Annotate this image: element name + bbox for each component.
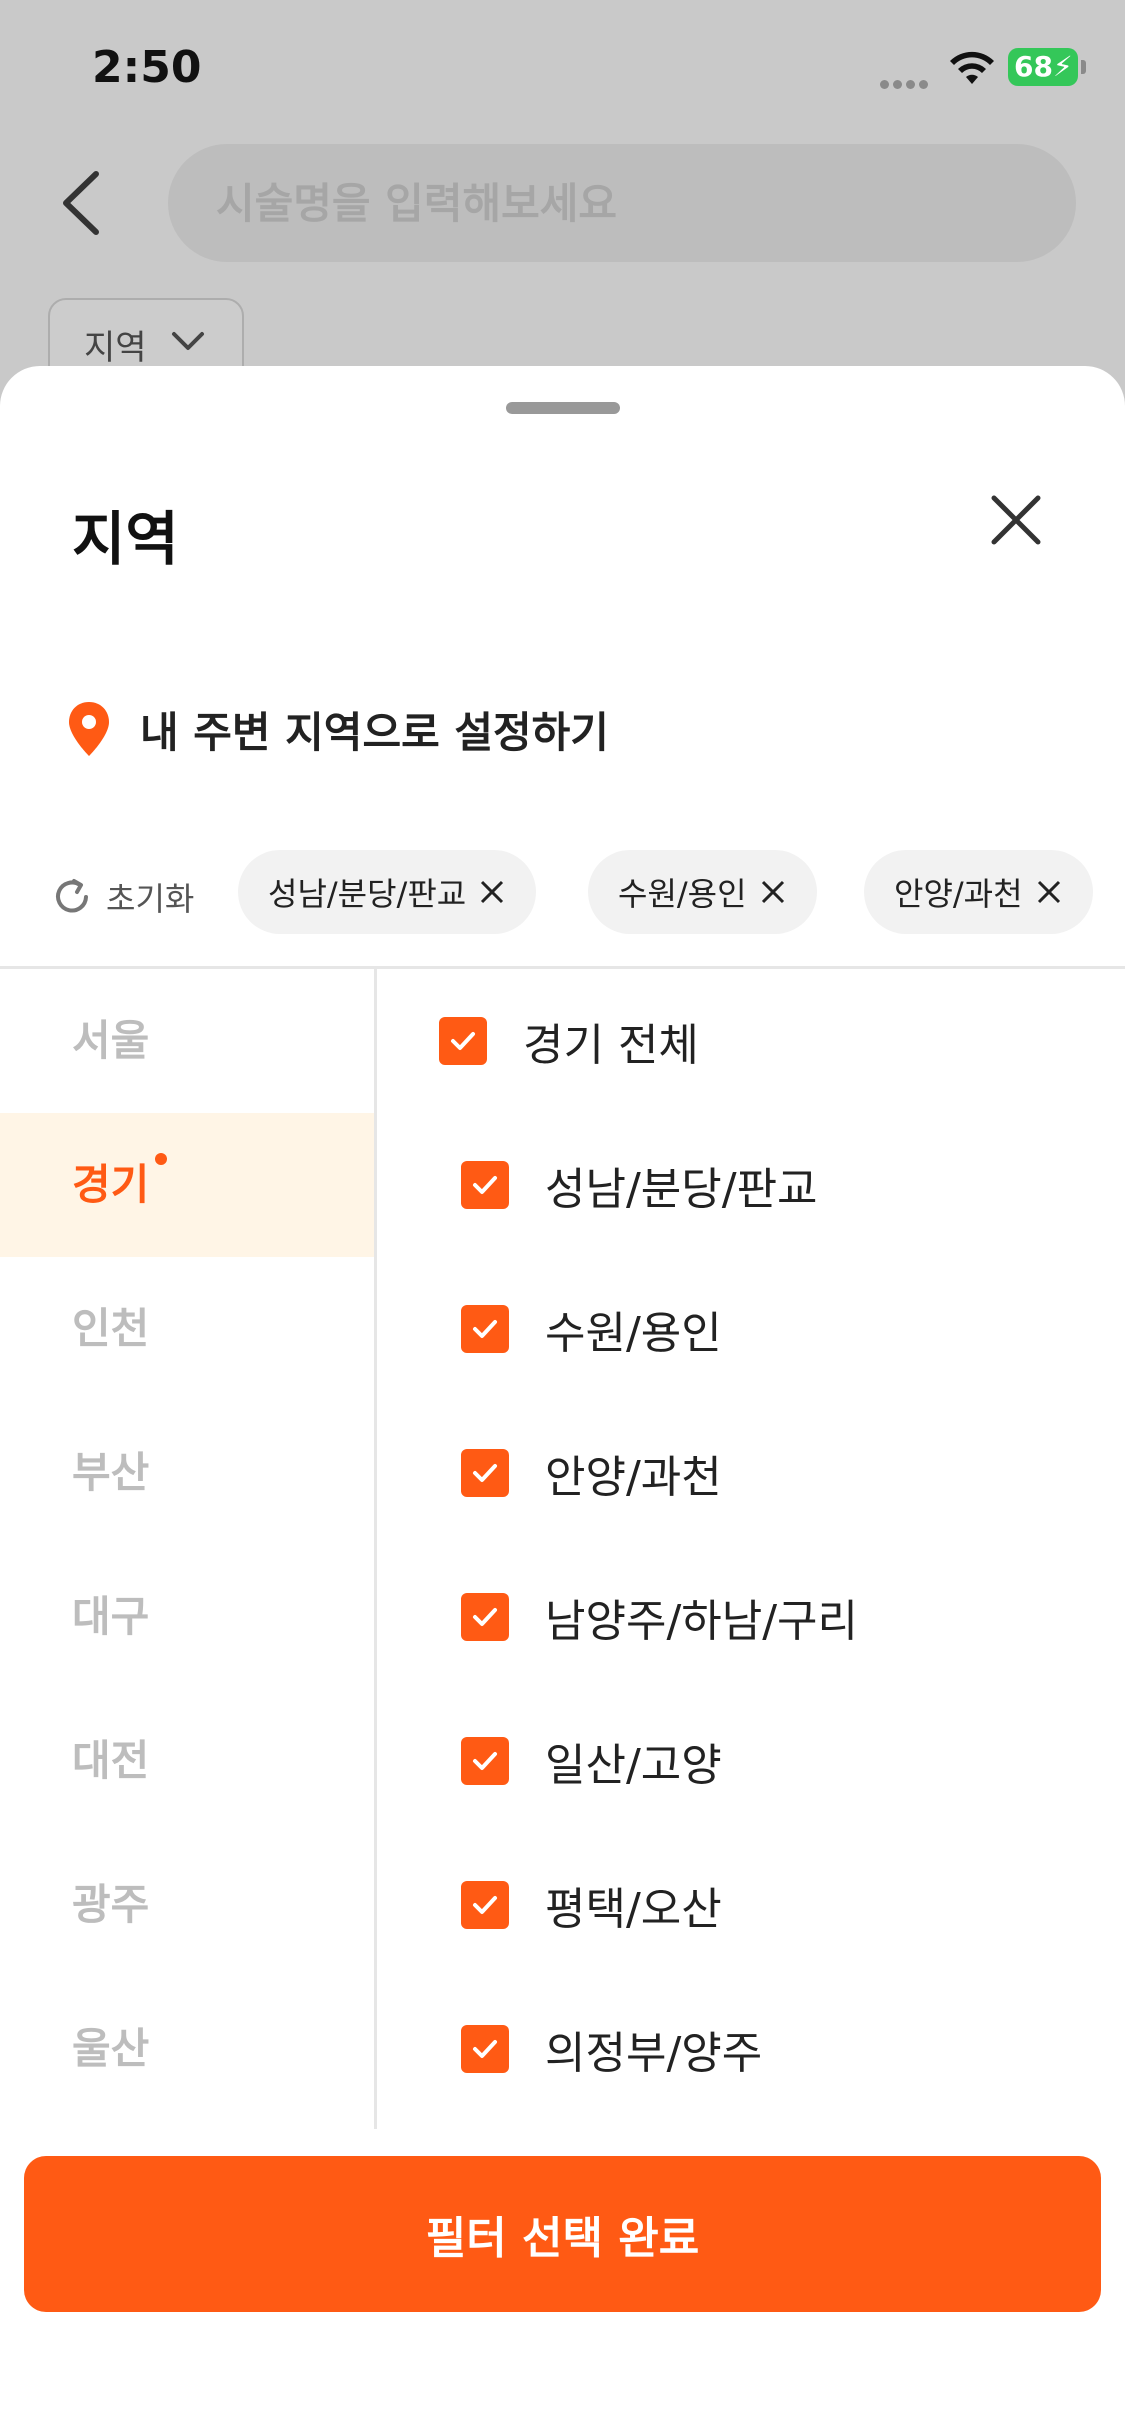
sub-region-option[interactable]: 의정부/양주	[461, 1977, 762, 2121]
region-bottom-sheet: 지역 내 주변 지역으로 설정하기 초기화 성남/분당/판교 수원/용인 안양/	[0, 366, 1125, 2436]
select-all-option[interactable]: 경기 전체	[439, 969, 699, 1113]
selected-chip-label: 수원/용인	[618, 875, 747, 913]
region-item-busan[interactable]: 부산	[0, 1401, 374, 1545]
refresh-icon	[56, 879, 88, 913]
sub-region-option[interactable]: 평택/오산	[461, 1833, 722, 1977]
checkbox-checked-icon[interactable]	[461, 1161, 509, 1209]
region-item-label: 서울	[72, 1016, 150, 1065]
selected-chip[interactable]: 안양/과천	[864, 850, 1093, 934]
region-item-seoul[interactable]: 서울	[0, 969, 374, 1113]
cellular-signal-icon	[880, 74, 932, 93]
checkbox-checked-icon[interactable]	[461, 1305, 509, 1353]
region-item-label: 경기	[72, 1160, 150, 1209]
back-arrow-icon[interactable]	[56, 168, 106, 238]
region-item-label: 부산	[72, 1448, 150, 1497]
selected-chip-label: 안양/과천	[894, 875, 1023, 913]
sheet-title: 지역	[72, 505, 179, 573]
status-bar: 2:50 68⚡	[0, 0, 1125, 140]
sub-region-option[interactable]: 수원/용인	[461, 1257, 722, 1401]
close-icon[interactable]	[980, 484, 1052, 556]
status-time: 2:50	[92, 42, 202, 93]
checkbox-checked-icon[interactable]	[461, 1737, 509, 1785]
sub-region-list: 경기 전체 성남/분당/판교 수원/용인 안양/과천 남양주/하남/구리 일산/…	[377, 969, 1125, 2129]
region-item-label: 울산	[72, 2024, 150, 2073]
battery-level: 68	[1014, 50, 1053, 83]
checkbox-checked-icon[interactable]	[461, 1593, 509, 1641]
sub-region-option[interactable]: 남양주/하남/구리	[461, 1545, 858, 1689]
search-bar[interactable]	[168, 144, 1076, 262]
region-item-label: 대구	[72, 1592, 150, 1641]
sub-region-label: 안양/과천	[545, 1452, 722, 1503]
confirm-filter-button[interactable]: 필터 선택 완료	[24, 2156, 1101, 2312]
wifi-icon	[950, 51, 994, 84]
region-list: 서울 경기 인천 부산 대구 대전 광주 울산	[0, 969, 374, 2129]
checkbox-checked-icon[interactable]	[439, 1017, 487, 1065]
selected-chip[interactable]: 성남/분당/판교	[238, 850, 537, 934]
sub-region-label: 수원/용인	[545, 1308, 722, 1359]
selected-chip[interactable]: 수원/용인	[588, 850, 817, 934]
region-item-label: 광주	[72, 1880, 150, 1929]
sub-region-label: 일산/고양	[545, 1740, 722, 1791]
sub-region-label: 평택/오산	[545, 1884, 722, 1935]
selected-chip-label: 성남/분당/판교	[268, 875, 467, 913]
sub-region-option[interactable]: 안양/과천	[461, 1401, 722, 1545]
region-item-gwangju[interactable]: 광주	[0, 1833, 374, 1977]
chevron-down-icon	[172, 332, 204, 350]
nearby-location-button[interactable]: 내 주변 지역으로 설정하기	[66, 694, 609, 764]
location-pin-icon	[69, 702, 109, 756]
sub-region-label: 의정부/양주	[545, 2028, 763, 2079]
region-item-gyeonggi[interactable]: 경기	[0, 1113, 374, 1257]
sheet-drag-handle[interactable]	[506, 402, 620, 414]
battery-icon: 68⚡	[1008, 48, 1086, 86]
remove-icon[interactable]	[759, 878, 787, 906]
nearby-location-label: 내 주변 지역으로 설정하기	[140, 707, 609, 757]
checkbox-checked-icon[interactable]	[461, 1881, 509, 1929]
region-item-daegu[interactable]: 대구	[0, 1545, 374, 1689]
selection-indicator-dot	[155, 1153, 167, 1165]
charging-bolt-icon: ⚡	[1052, 50, 1073, 83]
region-item-incheon[interactable]: 인천	[0, 1257, 374, 1401]
checkbox-checked-icon[interactable]	[461, 2025, 509, 2073]
checkbox-checked-icon[interactable]	[461, 1449, 509, 1497]
select-all-label: 경기 전체	[523, 1020, 699, 1071]
sub-region-option[interactable]: 일산/고양	[461, 1689, 722, 1833]
region-item-label: 대전	[72, 1736, 150, 1785]
reset-label: 초기화	[106, 880, 195, 918]
region-filter-label: 지역	[84, 328, 147, 368]
sub-region-label: 남양주/하남/구리	[545, 1596, 859, 1647]
sub-region-label: 성남/분당/판교	[545, 1164, 818, 1215]
selected-chips-row: 초기화 성남/분당/판교 수원/용인 안양/과천	[0, 850, 1125, 946]
region-item-ulsan[interactable]: 울산	[0, 1977, 374, 2121]
remove-icon[interactable]	[1035, 878, 1063, 906]
sub-region-option[interactable]: 성남/분당/판교	[461, 1113, 818, 1257]
search-input[interactable]	[168, 144, 1076, 262]
remove-icon[interactable]	[478, 878, 506, 906]
region-item-label: 인천	[72, 1304, 150, 1353]
reset-button[interactable]: 초기화	[50, 874, 194, 920]
region-item-daejeon[interactable]: 대전	[0, 1689, 374, 1833]
